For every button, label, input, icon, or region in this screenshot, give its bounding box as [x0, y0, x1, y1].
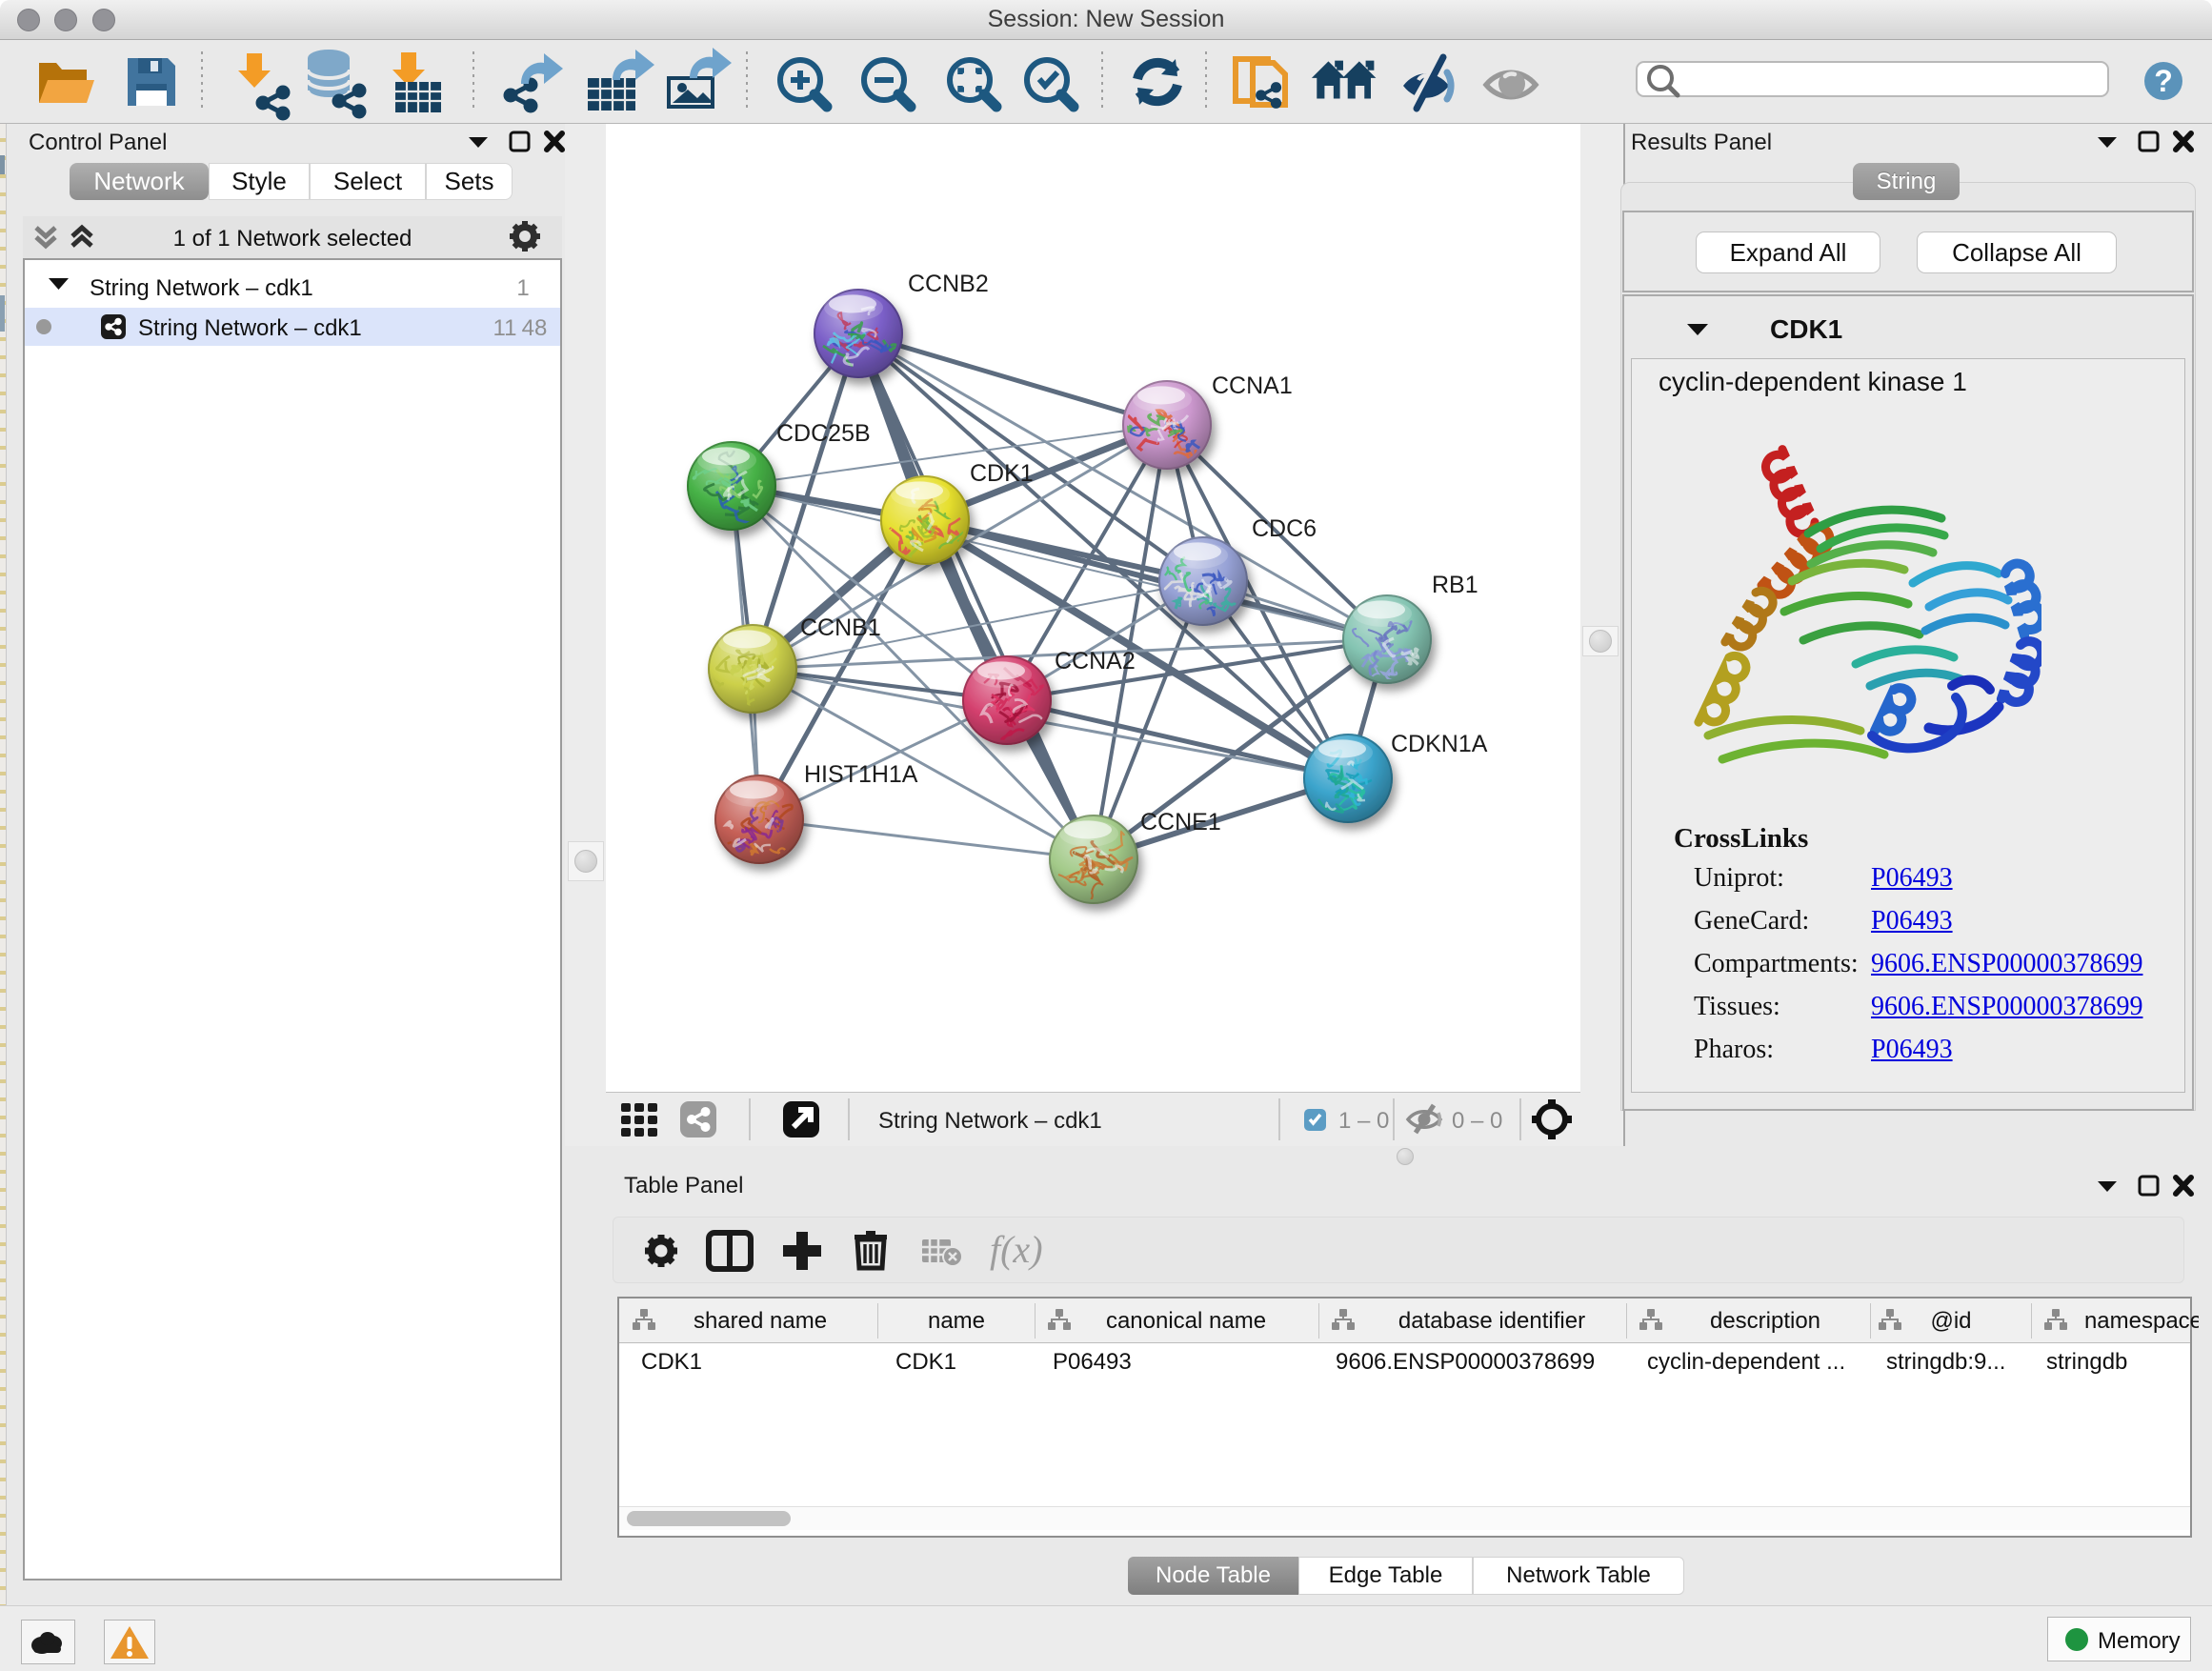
svg-text:String Network – cdk1: String Network – cdk1 [138, 315, 362, 341]
svg-text:@id: @id [1930, 1308, 1971, 1334]
svg-text:f(x): f(x) [990, 1228, 1043, 1271]
svg-text:CCNA1: CCNA1 [1212, 372, 1293, 399]
svg-text:CCNB2: CCNB2 [908, 271, 989, 297]
svg-text:description: description [1710, 1308, 1820, 1334]
svg-text:String Network – cdk1: String Network – cdk1 [90, 275, 313, 301]
svg-text:48: 48 [522, 315, 548, 341]
svg-text:name: name [928, 1308, 985, 1334]
svg-text:11: 11 [493, 315, 517, 341]
svg-text:1 – 0: 1 – 0 [1338, 1108, 1389, 1134]
svg-text:Memory: Memory [2098, 1628, 2181, 1654]
svg-text:RB1: RB1 [1432, 572, 1478, 598]
svg-text:HIST1H1A: HIST1H1A [804, 761, 918, 788]
svg-text:0 – 0: 0 – 0 [1452, 1108, 1502, 1134]
svg-text:CDC6: CDC6 [1252, 515, 1317, 542]
svg-text:database identifier: database identifier [1398, 1308, 1585, 1334]
svg-text:CDK1: CDK1 [1770, 314, 1842, 344]
svg-text:1 of 1 Network selected: 1 of 1 Network selected [173, 226, 412, 252]
svg-text:CDK1: CDK1 [970, 460, 1034, 487]
svg-text:?: ? [2154, 64, 2173, 98]
svg-text:canonical name: canonical name [1106, 1308, 1266, 1334]
svg-text:String Network – cdk1: String Network – cdk1 [878, 1108, 1102, 1134]
svg-text:shared name: shared name [694, 1308, 827, 1334]
svg-text:namespace: namespace [2084, 1308, 2199, 1334]
svg-text:CDKN1A: CDKN1A [1391, 731, 1488, 757]
svg-text:1: 1 [516, 275, 529, 301]
svg-text:CDC25B: CDC25B [776, 420, 871, 447]
svg-text:CCNA2: CCNA2 [1055, 648, 1136, 674]
svg-text:CCNB1: CCNB1 [800, 614, 881, 641]
svg-text:CCNE1: CCNE1 [1140, 809, 1221, 836]
